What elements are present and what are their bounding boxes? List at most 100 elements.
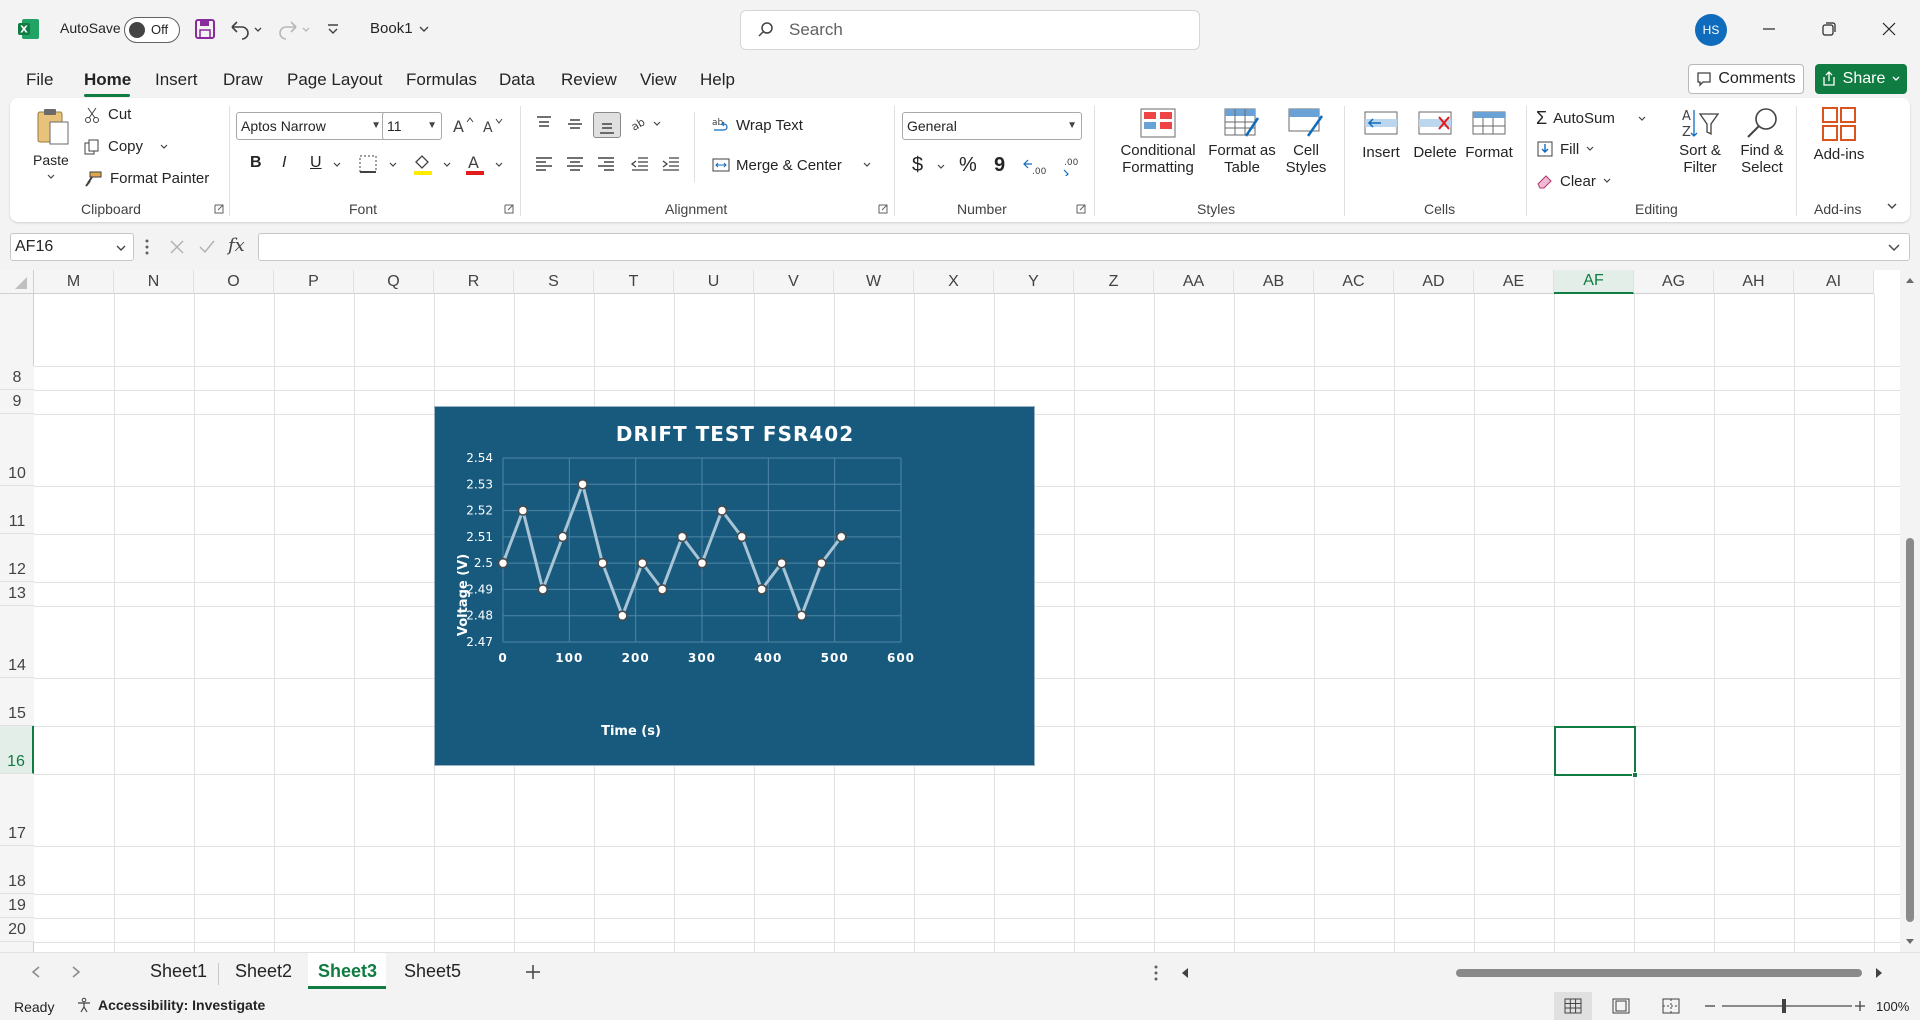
- font-color-icon[interactable]: A: [464, 152, 486, 176]
- decrease-font-size-icon[interactable]: A: [481, 114, 505, 136]
- format-cells-button[interactable]: Format: [1462, 108, 1516, 161]
- redo-icon[interactable]: [276, 18, 312, 40]
- increase-indent-icon[interactable]: [661, 154, 681, 174]
- decrease-decimal-icon[interactable]: .00: [1058, 156, 1082, 176]
- font-name-select[interactable]: Aptos Narrow ▼: [236, 112, 386, 140]
- menu-file[interactable]: File: [26, 70, 53, 90]
- add-sheet-icon[interactable]: [525, 964, 541, 980]
- column-header[interactable]: V: [754, 270, 834, 294]
- chevron-down-icon[interactable]: [442, 160, 452, 170]
- italic-button[interactable]: I: [282, 154, 286, 172]
- row-header[interactable]: 10: [0, 414, 34, 486]
- minimize-button[interactable]: [1754, 14, 1784, 44]
- find-select-button[interactable]: Find & Select: [1730, 106, 1794, 176]
- increase-font-size-icon[interactable]: A: [451, 114, 475, 136]
- scroll-right-icon[interactable]: [1874, 967, 1884, 979]
- row-header[interactable]: 17: [0, 774, 34, 846]
- cell-styles-button[interactable]: Cell Styles: [1276, 108, 1336, 176]
- menu-view[interactable]: View: [640, 70, 677, 90]
- row-header[interactable]: 8: [0, 366, 34, 390]
- clear-button[interactable]: Clear: [1536, 172, 1612, 190]
- menu-draw[interactable]: Draw: [223, 70, 263, 90]
- column-header[interactable]: U: [674, 270, 754, 294]
- column-header-selected[interactable]: AF: [1554, 270, 1634, 294]
- dialog-launcher-icon[interactable]: [878, 204, 888, 214]
- column-header[interactable]: M: [34, 270, 114, 294]
- fill-color-icon[interactable]: [412, 152, 434, 176]
- conditional-formatting-button[interactable]: Conditional Formatting: [1108, 108, 1208, 176]
- column-header[interactable]: T: [594, 270, 674, 294]
- scroll-down-icon[interactable]: [1905, 938, 1915, 946]
- fill-handle[interactable]: [1632, 772, 1638, 778]
- column-header[interactable]: N: [114, 270, 194, 294]
- column-header[interactable]: S: [514, 270, 594, 294]
- insert-cells-button[interactable]: Insert: [1354, 108, 1408, 161]
- cancel-entry-icon[interactable]: [168, 238, 186, 256]
- column-header[interactable]: AC: [1314, 270, 1394, 294]
- delete-cells-button[interactable]: Delete: [1408, 108, 1462, 161]
- chevron-down-icon[interactable]: [494, 160, 504, 170]
- column-header[interactable]: P: [274, 270, 354, 294]
- accessibility-button[interactable]: Accessibility: Investigate: [76, 997, 265, 1013]
- collapse-ribbon-icon[interactable]: [1886, 200, 1898, 212]
- row-header[interactable]: 15: [0, 678, 34, 726]
- column-header[interactable]: AG: [1634, 270, 1714, 294]
- zoom-level[interactable]: 100%: [1876, 999, 1909, 1014]
- dialog-launcher-icon[interactable]: [1076, 204, 1086, 214]
- column-header[interactable]: AB: [1234, 270, 1314, 294]
- format-painter-button[interactable]: Format Painter: [84, 170, 209, 187]
- menu-help[interactable]: Help: [700, 70, 735, 90]
- bold-button[interactable]: B: [250, 154, 262, 172]
- row-header[interactable]: 12: [0, 534, 34, 582]
- underline-button[interactable]: U: [310, 154, 322, 172]
- scroll-tabs-right-icon[interactable]: [70, 965, 82, 979]
- active-cell[interactable]: [1554, 726, 1638, 778]
- percent-button[interactable]: %: [959, 154, 977, 177]
- vertical-scroll-thumb[interactable]: [1906, 538, 1914, 922]
- copy-button[interactable]: Copy: [84, 138, 169, 155]
- currency-button[interactable]: $: [912, 154, 923, 177]
- column-header[interactable]: Z: [1074, 270, 1154, 294]
- chevron-down-icon[interactable]: [388, 160, 398, 170]
- search-box[interactable]: Search: [740, 10, 1200, 50]
- fill-button[interactable]: Fill: [1536, 140, 1595, 158]
- top-align-icon[interactable]: [534, 114, 554, 134]
- column-header[interactable]: AE: [1474, 270, 1554, 294]
- format-as-table-button[interactable]: Format as Table: [1206, 108, 1278, 176]
- comma-style-button[interactable]: 9: [994, 154, 1005, 177]
- orientation-icon[interactable]: ab: [630, 114, 662, 134]
- row-header[interactable]: 13: [0, 582, 34, 606]
- formula-input[interactable]: [258, 233, 1910, 261]
- page-break-view-icon[interactable]: [1662, 998, 1680, 1014]
- name-box[interactable]: AF16: [10, 233, 134, 261]
- avatar[interactable]: HS: [1695, 14, 1727, 46]
- chart[interactable]: DRIFT TEST FSR402 2.47 2.48 2.49 2.5 2.51 2.5…: [434, 406, 1035, 766]
- close-button[interactable]: [1874, 14, 1904, 44]
- borders-icon[interactable]: [358, 154, 378, 174]
- sheet-tab[interactable]: Sheet1: [150, 961, 207, 982]
- chevron-down-icon[interactable]: [332, 160, 342, 170]
- scroll-tabs-left-icon[interactable]: [30, 965, 42, 979]
- page-layout-view-icon[interactable]: [1612, 998, 1630, 1014]
- horizontal-scrollbar[interactable]: [1178, 963, 1888, 983]
- autosum-button[interactable]: Σ AutoSum: [1536, 108, 1647, 129]
- align-left-icon[interactable]: [534, 154, 554, 174]
- sheet-tab[interactable]: Sheet2: [235, 961, 292, 982]
- column-header[interactable]: W: [834, 270, 914, 294]
- select-all-corner[interactable]: [0, 270, 34, 294]
- menu-review[interactable]: Review: [561, 70, 617, 90]
- more-options-icon[interactable]: [1154, 965, 1158, 981]
- comments-button[interactable]: Comments: [1688, 64, 1804, 94]
- middle-align-icon[interactable]: [565, 114, 585, 134]
- row-header[interactable]: 18: [0, 846, 34, 894]
- column-header[interactable]: O: [194, 270, 274, 294]
- scroll-left-icon[interactable]: [1180, 967, 1190, 979]
- sheet-tab[interactable]: Sheet5: [404, 961, 461, 982]
- customize-qat-icon[interactable]: [326, 22, 340, 36]
- more-options-icon[interactable]: [144, 238, 150, 256]
- menu-formulas[interactable]: Formulas: [406, 70, 477, 90]
- column-header[interactable]: AD: [1394, 270, 1474, 294]
- column-header[interactable]: X: [914, 270, 994, 294]
- share-button[interactable]: Share: [1815, 64, 1907, 94]
- increase-decimal-icon[interactable]: .00: [1022, 156, 1046, 176]
